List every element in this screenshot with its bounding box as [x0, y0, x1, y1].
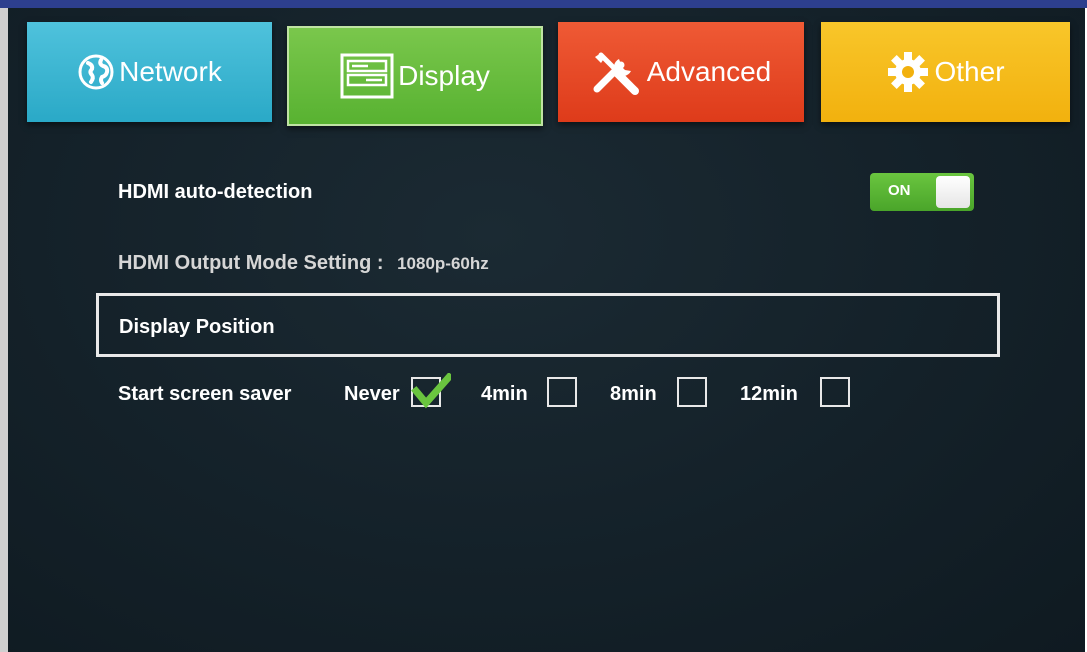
tab-advanced-label: Advanced — [646, 56, 772, 87]
display-position-item[interactable]: Display Position — [96, 293, 1000, 357]
tab-advanced[interactable]: Advanced — [558, 22, 804, 122]
checkmark-icon — [411, 373, 451, 409]
tab-network-label: Network — [119, 56, 222, 87]
hdmi-output-mode-value: 1080p-60hz — [397, 254, 489, 273]
screen-saver-option-4min-label: 4min — [481, 383, 528, 405]
screen-saver-option-never-label: Never — [344, 383, 400, 405]
hdmi-output-mode-label: HDMI Output Mode Setting : — [118, 252, 384, 274]
screen-saver-option-8min-label: 8min — [610, 383, 657, 405]
tab-other[interactable]: Other — [821, 22, 1070, 122]
sliders-icon — [340, 53, 394, 99]
left-edge — [0, 8, 8, 652]
hdmi-auto-detection-label: HDMI auto-detection — [118, 181, 313, 203]
screen-saver-8min-checkbox[interactable] — [677, 377, 707, 407]
settings-screen: Network Display Advanced Other HDMI auto… — [0, 0, 1087, 652]
globe-icon — [77, 53, 115, 91]
screen-saver-label: Start screen saver — [118, 383, 292, 405]
tools-icon — [591, 49, 643, 95]
toggle-knob — [936, 176, 970, 208]
gear-icon — [886, 50, 930, 94]
tab-display[interactable]: Display — [287, 26, 543, 126]
screen-saver-option-12min-label: 12min — [740, 383, 798, 405]
screen-saver-4min-checkbox[interactable] — [547, 377, 577, 407]
hdmi-auto-detection-toggle[interactable]: ON — [870, 173, 974, 211]
top-border — [0, 0, 1087, 8]
tab-display-label: Display — [398, 60, 490, 91]
hdmi-output-mode-row[interactable]: HDMI Output Mode Setting : 1080p-60hz — [118, 252, 489, 275]
screen-saver-never-checkbox[interactable] — [411, 373, 451, 409]
tab-network[interactable]: Network — [27, 22, 272, 122]
toggle-state-label: ON — [888, 182, 911, 199]
display-position-label: Display Position — [119, 316, 275, 338]
tab-other-label: Other — [934, 56, 1005, 87]
screen-saver-12min-checkbox[interactable] — [820, 377, 850, 407]
